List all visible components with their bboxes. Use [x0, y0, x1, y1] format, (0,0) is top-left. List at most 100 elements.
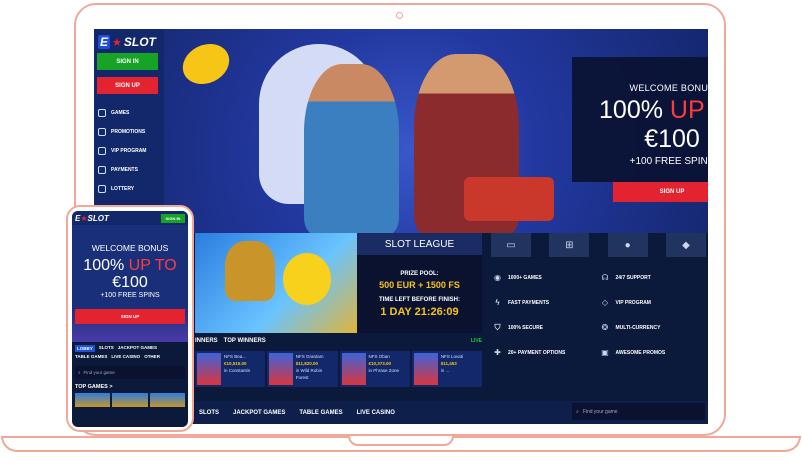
game-thumbnail: [197, 353, 221, 385]
hero-sign-up-button[interactable]: SIGN UP: [612, 182, 708, 202]
winner-game: in Phrase Zone: [368, 368, 400, 373]
game-thumbnail[interactable]: [149, 393, 185, 407]
coins-icon: ❂: [601, 323, 609, 332]
lemon-image: [176, 36, 236, 92]
tab-top-winners[interactable]: TOP WINNERS: [224, 338, 266, 344]
sidebar-item-label: PROMOTIONS: [111, 128, 146, 135]
tab-winners[interactable]: INNERS: [195, 338, 218, 344]
feature-vip-program: ◇ VIP PROGRAM: [599, 290, 707, 315]
sidebar-item-label: PAYMENTS: [111, 166, 138, 173]
windows-icon[interactable]: ⊞: [549, 233, 590, 257]
winner-game: in Constantin: [224, 368, 251, 373]
tab-lobby[interactable]: LOBBY: [75, 345, 95, 352]
headset-icon: ☊: [601, 273, 609, 282]
game-thumbnail[interactable]: [112, 393, 148, 407]
bonus-percent: 100%: [83, 257, 125, 274]
gift-icon: ▣: [601, 348, 609, 357]
game-thumbnail: [269, 353, 293, 385]
winner-amount: €10,515.00: [224, 361, 247, 366]
winner-amount: €10,373.00: [368, 361, 392, 366]
slot-league-image[interactable]: [195, 233, 357, 333]
diamond-icon: ◇: [601, 298, 609, 307]
sidebar-item-payments[interactable]: PAYMENTS: [98, 160, 162, 179]
bonus-amount: 100% UP TO €100: [572, 96, 708, 154]
platform-buttons: ▭ ⊞ ● ◆: [491, 233, 706, 261]
star-icon: ★: [112, 36, 122, 49]
feature-multi-currency: ❂ MULTI-CURRENCY: [599, 315, 707, 340]
slot-league-title: SLOT LEAGUE: [357, 233, 482, 255]
hero-person-left: [304, 64, 399, 233]
feature-fast-payments: ϟ FAST PAYMENTS: [491, 290, 599, 315]
golden-pot-graphic: [225, 241, 275, 301]
logo[interactable]: E ★ SLOT: [98, 33, 158, 51]
winner-card[interactable]: NFS Oban €10,373.00 in Phrase Zone: [339, 351, 410, 387]
feature-games: ◉ 1000+ GAMES: [491, 265, 599, 290]
winner-card[interactable]: NFS Lovati $11,453 in ...: [411, 351, 482, 387]
gift-icon: [98, 127, 106, 136]
feature-label: 1000+ GAMES: [508, 274, 542, 281]
phone-welcome-title: WELCOME BONUS: [91, 243, 169, 253]
phone-top-games-list: [72, 390, 188, 410]
slot-reel-graphic: [464, 177, 554, 221]
bolt-icon: ϟ: [495, 298, 500, 307]
bonus-free-spins: +100 FREE SPINS: [629, 156, 708, 167]
bonus-percent: 100%: [599, 96, 663, 124]
logo-e: E: [98, 35, 111, 49]
phone-sign-in-button[interactable]: SIGN IN: [161, 213, 185, 223]
tab-slots[interactable]: SLOTS: [99, 345, 114, 352]
search-icon: ⌕: [78, 370, 81, 375]
search-input[interactable]: ⌕ Find your game: [572, 403, 705, 420]
winner-amount: $11,453: [440, 361, 457, 366]
apple-icon[interactable]: ●: [607, 233, 648, 257]
bonus-value: €100: [112, 274, 148, 291]
feature-awesome-promos: ▣ AWESOME PROMOS: [599, 340, 707, 365]
star-icon: ★: [80, 213, 88, 223]
sidebar-item-lottery[interactable]: LOTTERY: [98, 179, 162, 198]
sidebar-item-promotions[interactable]: PROMOTIONS: [98, 122, 162, 141]
tab-other[interactable]: OTHER: [144, 354, 160, 359]
sign-in-button[interactable]: SIGN IN: [97, 53, 158, 70]
game-thumbnail[interactable]: [75, 393, 111, 407]
welcome-bonus-panel: WELCOME BONUS 100% UP TO €100 +100 FREE …: [572, 57, 708, 202]
tab-live-casino[interactable]: LIVE CASINO: [111, 354, 140, 359]
prize-pool-value: 500 EUR + 1500 FS: [379, 280, 460, 290]
desktop-icon[interactable]: ▭: [491, 233, 531, 257]
winner-card[interactable]: NFS Bea... €10,515.00 in Constantin: [195, 351, 266, 387]
ticket-icon: [98, 184, 106, 193]
phone-search-input[interactable]: ⌕ Find your game: [75, 366, 185, 379]
phone-sign-up-button[interactable]: SIGN UP: [75, 309, 185, 324]
feature-secure: ⛉ 100% SECURE: [491, 315, 599, 340]
feature-label: AWESOME PROMOS: [615, 349, 666, 356]
sidebar-item-label: LOTTERY: [111, 185, 135, 192]
phone-logo[interactable]: E★SLOT: [75, 214, 109, 223]
sign-up-button[interactable]: SIGN UP: [97, 77, 158, 94]
phone-hero: WELCOME BONUS 100% UP TO €100 +100 FREE …: [72, 225, 188, 342]
winner-card[interactable]: NFS Grantam $11,820.00 in Wild Robin Fores…: [267, 351, 338, 387]
sidebar-menu: GAMES PROMOTIONS VIP PROGRAM PAYMENTS LO…: [98, 103, 162, 198]
sidebar-item-vip-program[interactable]: VIP PROGRAM: [98, 141, 162, 160]
diamond-icon: [98, 146, 106, 155]
nav-table-games[interactable]: TABLE GAMES: [299, 410, 342, 416]
tab-table-games[interactable]: TABLE GAMES: [75, 354, 107, 359]
search-placeholder: Find your game: [582, 408, 618, 415]
laptop-notch: [348, 436, 454, 446]
sidebar-item-games[interactable]: GAMES: [98, 103, 162, 122]
time-left-value: 1 DAY 21:26:09: [380, 306, 459, 318]
slot-league-panel: SLOT LEAGUE PRIZE POOL: 500 EUR + 1500 F…: [357, 233, 482, 333]
phone-category-tabs: LOBBY SLOTS JACKPOT GAMES TABLE GAMES LI…: [72, 342, 188, 362]
shield-icon: ⛉: [494, 323, 501, 332]
game-thumbnail: [341, 353, 366, 385]
nav-live-casino[interactable]: LIVE CASINO: [357, 410, 395, 416]
feature-label: MULTI-CURRENCY: [615, 324, 661, 331]
feature-label: 100% SECURE: [508, 324, 544, 331]
wallet-icon: [98, 165, 106, 174]
bonus-up-to: UP TO: [128, 257, 177, 274]
live-indicator: LIVE: [470, 338, 482, 344]
nav-jackpot-games[interactable]: JACKPOT GAMES: [233, 410, 285, 416]
tab-jackpot-games[interactable]: JACKPOT GAMES: [118, 345, 157, 352]
nav-slots[interactable]: SLOTS: [199, 410, 219, 416]
plus-icon: ✚: [494, 348, 501, 357]
laptop-camera: [396, 12, 403, 19]
phone-bonus-amount: 100% UP TO €100: [72, 257, 188, 291]
android-icon[interactable]: ◆: [665, 233, 706, 257]
